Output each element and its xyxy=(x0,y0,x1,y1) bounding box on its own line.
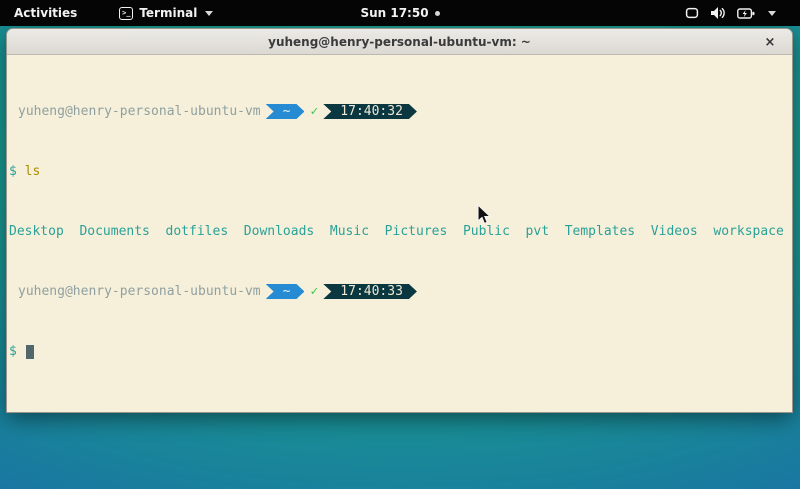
prompt-user: yuheng@henry-personal-ubuntu-vm xyxy=(9,284,261,299)
powerline-cwd-segment: ~ xyxy=(266,284,305,299)
status-check-icon: ✓ xyxy=(310,284,318,299)
command-text: ls xyxy=(25,164,41,179)
prompt-line: yuheng@henry-personal-ubuntu-vm ~ ✓ 17:4… xyxy=(9,104,792,119)
top-bar: Activities >_ Terminal Sun 17:50 xyxy=(0,0,800,26)
ls-output-line: Desktop Documents dotfiles Downloads Mus… xyxy=(9,224,792,239)
mouse-cursor xyxy=(477,204,492,226)
prompt-symbol: $ xyxy=(9,164,17,179)
prompt-line: yuheng@henry-personal-ubuntu-vm ~ ✓ 17:4… xyxy=(9,284,792,299)
clock-label[interactable]: Sun 17:50 xyxy=(360,6,428,20)
title-bar[interactable]: yuheng@henry-personal-ubuntu-vm: ~ × xyxy=(7,29,792,55)
terminal-cursor xyxy=(26,345,34,359)
directory-list: Desktop Documents dotfiles Downloads Mus… xyxy=(9,224,784,239)
notification-dot-icon xyxy=(435,11,440,16)
window-title: yuheng@henry-personal-ubuntu-vm: ~ xyxy=(268,35,531,49)
terminal-content[interactable]: yuheng@henry-personal-ubuntu-vm ~ ✓ 17:4… xyxy=(7,55,792,413)
network-icon xyxy=(685,7,699,19)
status-check-icon: ✓ xyxy=(310,104,318,119)
prompt-symbol: $ xyxy=(9,344,17,359)
powerline-time-segment: 17:40:33 xyxy=(323,284,417,299)
volume-icon xyxy=(710,6,726,20)
battery-charging-icon xyxy=(737,7,755,20)
app-menu-terminal[interactable]: >_ Terminal xyxy=(113,0,219,26)
system-menu[interactable] xyxy=(685,0,776,26)
chevron-down-icon xyxy=(768,11,776,16)
command-line: $ ls xyxy=(9,164,792,179)
activities-label: Activities xyxy=(14,6,77,20)
app-menu-label: Terminal xyxy=(139,6,197,20)
powerline-time-segment: 17:40:32 xyxy=(323,104,417,119)
prompt-user: yuheng@henry-personal-ubuntu-vm xyxy=(9,104,261,119)
terminal-window: yuheng@henry-personal-ubuntu-vm: ~ × yuh… xyxy=(6,28,793,413)
terminal-icon: >_ xyxy=(119,7,133,20)
activities-button[interactable]: Activities xyxy=(0,0,91,26)
close-button[interactable]: × xyxy=(758,29,782,55)
chevron-down-icon xyxy=(205,11,213,16)
powerline-cwd-segment: ~ xyxy=(266,104,305,119)
current-input-line: $ xyxy=(9,344,792,359)
